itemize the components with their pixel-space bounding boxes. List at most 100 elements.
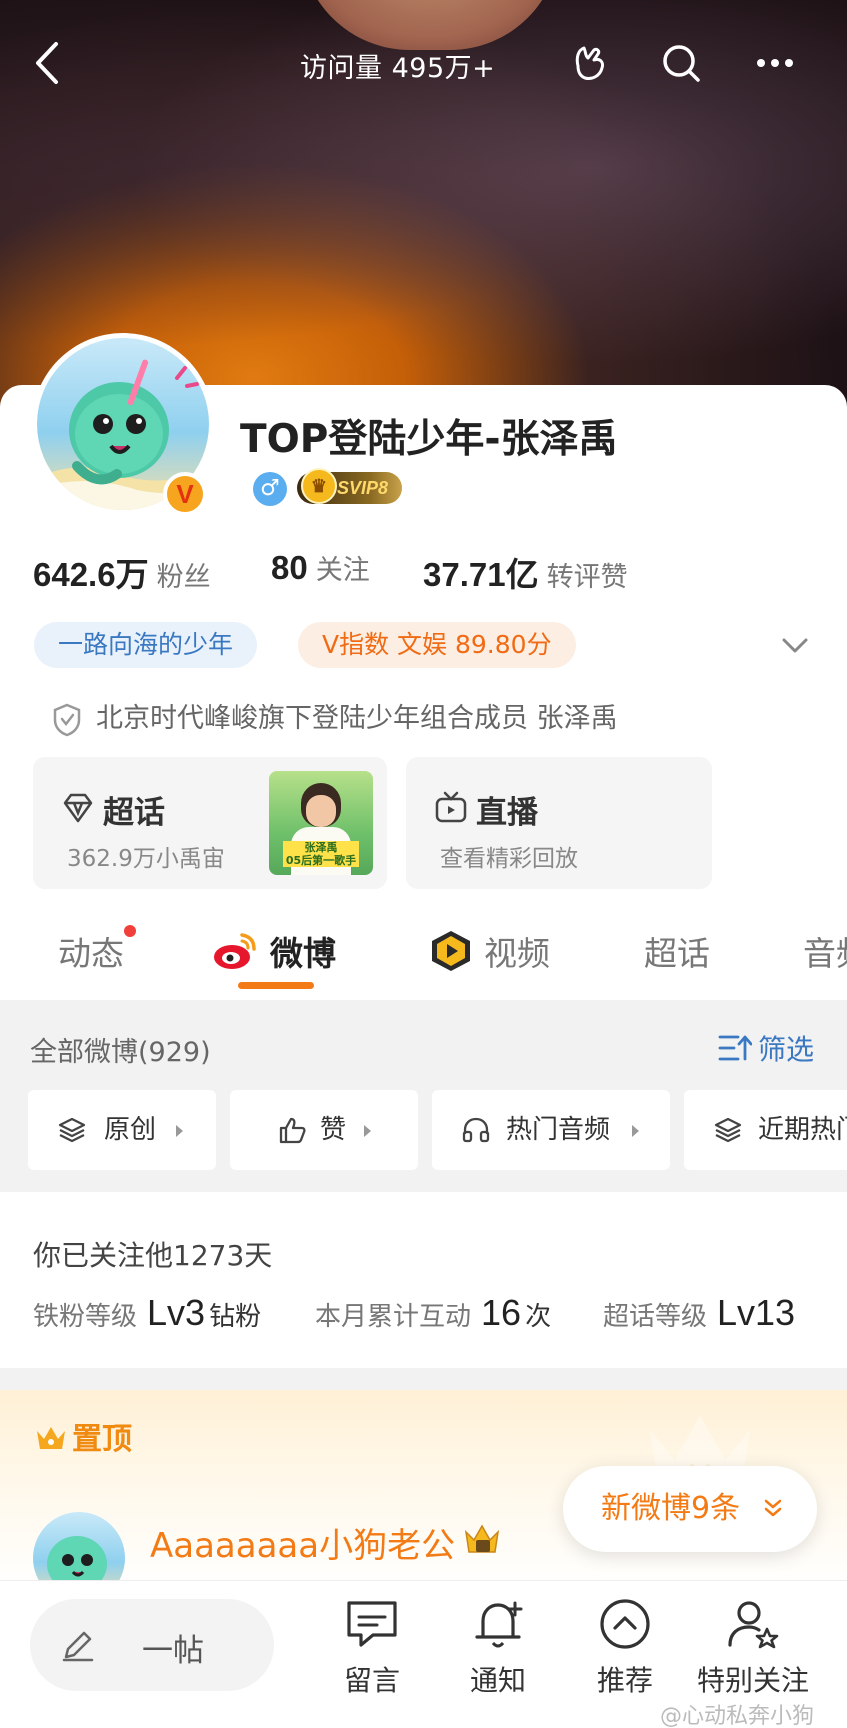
tab-weibo[interactable]: 微博 — [212, 927, 336, 975]
svip-crown-icon — [464, 1524, 500, 1553]
watermark: @心动私奔小狗 — [660, 1704, 815, 1728]
filter-label: 筛选 — [758, 1033, 815, 1066]
supertopic-thumbnail: 张泽禹 05后第一歌手 — [269, 771, 373, 875]
live-entry[interactable]: 直播 查看精彩回放 — [406, 757, 712, 889]
verification-info: 北京时代峰峻旗下登陆少年组合成员 张泽禹 — [52, 696, 618, 737]
fan-level[interactable]: 铁粉等级 Lv3 钻粉 — [33, 1292, 261, 1334]
new-posts-button[interactable]: 新微博9条 — [563, 1466, 817, 1552]
fan-level-value: Lv3 — [147, 1292, 206, 1333]
profile-stats: 642.6万 粉丝 80 关注 37.71亿 转评赞 — [33, 548, 833, 594]
pinned-label-text: 置顶 — [72, 1422, 132, 1457]
stat-fans[interactable]: 642.6万 粉丝 — [33, 548, 211, 596]
notify-label: 通知 — [469, 1664, 526, 1697]
interaction-value: 16 — [481, 1292, 522, 1333]
fan-level-label: 铁粉等级 — [33, 1302, 138, 1332]
svip-label: SVIP8 — [337, 478, 389, 498]
thumb-subcaption: 05后第一歌手 — [285, 854, 357, 867]
profile-tag[interactable]: 一路向海的少年 — [34, 622, 258, 668]
chip-original[interactable]: 原创 — [28, 1090, 216, 1170]
v-index-tag[interactable]: V指数 文娱 89.80分 — [298, 622, 576, 668]
chip-recent-hot-label: 近期热门 — [758, 1115, 847, 1145]
recommend-button[interactable]: 推荐 — [560, 1595, 690, 1699]
video-badge-icon — [432, 931, 470, 971]
chip-likes[interactable]: 赞 — [230, 1090, 418, 1170]
active-tab-indicator — [238, 982, 314, 989]
special-follow-label: 特别关注 — [696, 1664, 809, 1697]
svip-badge[interactable]: ♛ SVIP8 — [297, 468, 403, 504]
profile-tabs: 动态 微博 视频 超话 音频 — [0, 905, 847, 1000]
notify-button[interactable]: 通知 — [433, 1595, 563, 1699]
topic-level-value: Lv13 — [717, 1292, 796, 1333]
double-chevron-down-icon — [764, 1499, 782, 1517]
compose-post-button[interactable]: 一帖 — [30, 1599, 274, 1691]
supertopic-entry[interactable]: 超话 362.9万小禹宙 张泽禹 05后第一歌手 — [33, 757, 387, 889]
tab-video-label: 视频 — [484, 934, 550, 973]
tab-supertopic[interactable]: 超话 — [644, 927, 710, 975]
monthly-interaction: 本月累计互动 16 次 — [315, 1292, 551, 1334]
new-posts-label: 新微博9条 — [601, 1491, 741, 1526]
follow-info: 你已关注他1273天 铁粉等级 Lv3 钻粉 本月累计互动 16 次 超话等级 Lv13 — [0, 1192, 847, 1368]
filter-button[interactable]: 筛选 — [718, 1028, 814, 1068]
compose-post-label: 一帖 — [142, 1633, 204, 1669]
visit-count: 访问量 495万+ — [300, 53, 496, 84]
chip-recent-hot[interactable]: 近期热门 — [684, 1090, 847, 1170]
live-title: 直播 — [476, 795, 538, 831]
interaction-label: 本月累计互动 — [315, 1302, 472, 1332]
crown-icon: ♛ — [301, 468, 337, 504]
message-label: 留言 — [343, 1664, 400, 1697]
male-gender-icon: ♂ — [253, 472, 287, 506]
tab-audio[interactable]: 音频 — [803, 927, 847, 975]
thumb-face — [306, 795, 336, 827]
topic-level[interactable]: 超话等级 Lv13 — [603, 1292, 799, 1334]
recommend-label: 推荐 — [596, 1664, 653, 1697]
topic-level-label: 超话等级 — [603, 1302, 708, 1332]
stat-following-value: 80 — [271, 549, 308, 586]
supertopic-title: 超话 — [103, 795, 165, 831]
bell-plus-icon — [475, 1601, 523, 1648]
interaction-unit: 次 — [525, 1302, 552, 1332]
more-icon[interactable] — [752, 40, 798, 86]
notification-dot — [124, 925, 136, 937]
chevron-down-icon[interactable] — [780, 630, 810, 660]
live-sub: 查看精彩回放 — [440, 846, 578, 872]
message-button[interactable]: 留言 — [307, 1595, 437, 1699]
stat-fans-label: 粉丝 — [156, 562, 211, 593]
follow-days: 你已关注他1273天 — [33, 1239, 273, 1272]
tv-icon — [435, 791, 467, 823]
pen-icon — [62, 1631, 94, 1662]
stat-fans-value: 642.6万 — [33, 556, 149, 593]
user-star-icon — [728, 1601, 779, 1649]
layers-icon — [58, 1117, 86, 1143]
pinned-label: 置顶 — [34, 1414, 132, 1458]
tab-weibo-label: 微博 — [270, 934, 336, 973]
tab-dynamics[interactable]: 动态 — [58, 925, 136, 975]
pinned-author-name[interactable]: Aaaaaaaa小狗老公 — [150, 1518, 455, 1567]
chip-hot-audio-label: 热门音频 — [506, 1115, 611, 1145]
shield-icon — [53, 703, 81, 736]
stat-engagement[interactable]: 37.71亿 转评赞 — [423, 548, 628, 596]
stat-following-label: 关注 — [315, 555, 370, 586]
stat-engagement-value: 37.71亿 — [423, 556, 539, 593]
hand-wave-icon[interactable] — [566, 40, 612, 86]
special-follow-button[interactable]: 特别关注 — [688, 1595, 818, 1699]
diamond-icon — [63, 793, 93, 823]
back-icon[interactable] — [30, 40, 66, 86]
filter-icon — [718, 1035, 753, 1061]
follow-levels: 铁粉等级 Lv3 钻粉 本月累计互动 16 次 超话等级 Lv13 — [33, 1292, 833, 1342]
search-icon[interactable] — [658, 40, 704, 86]
stat-following[interactable]: 80 关注 — [271, 548, 370, 587]
thumb-caption: 张泽禹 05后第一歌手 — [283, 841, 359, 867]
all-weibo-count: 全部微博(929) — [30, 1037, 211, 1068]
verified-badge: V — [163, 472, 207, 516]
top-bar: 访问量 495万+ — [0, 30, 847, 100]
weibo-logo-icon — [214, 933, 256, 969]
chip-arrow-icon — [176, 1125, 183, 1137]
chip-hot-audio[interactable]: 热门音频 — [432, 1090, 670, 1170]
thumbs-up-icon — [279, 1117, 306, 1144]
profile-name: TOP登陆少年-张泽禹 — [240, 417, 618, 462]
feed-header: 全部微博(929) 筛选 原创 赞 热门音频 近期热门 — [0, 1000, 847, 1192]
supertopic-members: 362.9万小禹宙 — [67, 846, 225, 872]
headphones-icon — [462, 1117, 490, 1143]
tab-video[interactable]: 视频 — [428, 927, 550, 975]
chevron-up-circle-icon — [600, 1599, 650, 1649]
